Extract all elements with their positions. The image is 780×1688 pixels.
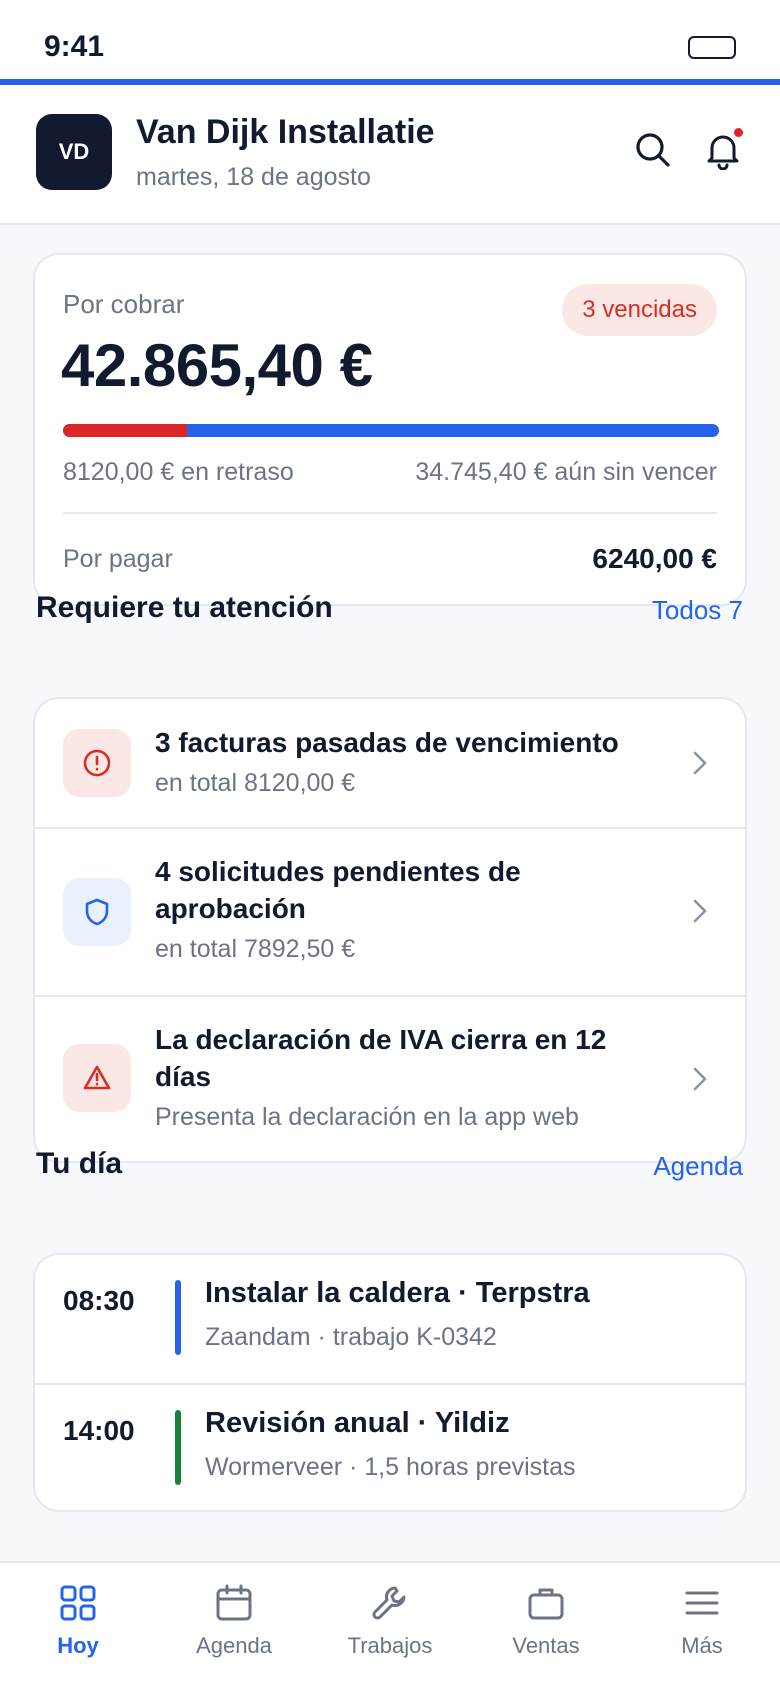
status-time: 9:41: [44, 30, 105, 63]
calendar-icon: [216, 1584, 252, 1621]
shield-icon: [85, 898, 109, 926]
attention-item-title: La declaración de IVA cierra en 12 días: [155, 1024, 607, 1092]
nav-label: Hoy: [57, 1633, 99, 1658]
attention-item-pending-approvals[interactable]: 4 solicitudes pendientes de aprobación e…: [35, 827, 745, 995]
app-header: VD Van Dijk Installatie martes, 18 de ag…: [0, 85, 780, 225]
nav-item-hoy[interactable]: Hoy: [0, 1583, 156, 1659]
balance-card[interactable]: Por cobrar 3 vencidas 42.865,40 € 8120,0…: [33, 253, 747, 606]
day-card: 08:30 Instalar la caldera · Terpstra Zaa…: [33, 1253, 747, 1512]
chevron-right-icon: [693, 751, 707, 775]
receivable-progress-bar: [63, 424, 719, 437]
attention-item-subtitle: en total 7892,50 €: [155, 935, 356, 963]
battery-icon: [688, 36, 736, 59]
attention-section-title: Requiere tu atención: [36, 591, 333, 624]
nav-label: Ventas: [512, 1633, 580, 1658]
search-icon: [636, 133, 670, 167]
appointment-time: 14:00: [63, 1415, 135, 1446]
not-due-amount-text: 34.745,40 € aún sin vencer: [415, 458, 717, 486]
briefcase-icon: [528, 1588, 564, 1620]
appointment-subtitle: Wormerveer · 1,5 horas previstas: [205, 1453, 576, 1481]
attention-item-title: 4 solicitudes pendientes de aprobación: [155, 856, 521, 924]
attention-item-icon: [63, 1044, 131, 1112]
attention-item-vat-return[interactable]: La declaración de IVA cierra en 12 días …: [35, 995, 745, 1161]
search-button[interactable]: [633, 130, 673, 170]
agenda-link[interactable]: Agenda: [653, 1151, 743, 1182]
company-avatar[interactable]: VD: [36, 114, 112, 190]
attention-item-overdue-invoices[interactable]: 3 facturas pasadas de vencimiento en tot…: [35, 699, 745, 827]
appointment-time: 08:30: [63, 1285, 135, 1316]
receivable-label: Por cobrar: [63, 289, 185, 319]
warning-triangle-icon: [83, 1065, 111, 1090]
day-section-title: Tu día: [36, 1147, 123, 1180]
attention-see-all-link[interactable]: Todos 7: [652, 595, 743, 626]
notification-dot: [732, 126, 745, 139]
divider: [63, 512, 717, 514]
nav-label: Más: [681, 1633, 723, 1658]
alert-circle-icon: [83, 749, 111, 777]
payable-amount: 6240,00 €: [592, 543, 717, 574]
notifications-button[interactable]: [703, 126, 745, 171]
appointment-item[interactable]: 08:30 Instalar la caldera · Terpstra Zaa…: [35, 1255, 745, 1383]
nav-item-mas[interactable]: Más: [624, 1583, 780, 1659]
nav-label: Trabajos: [347, 1633, 433, 1658]
overdue-badge[interactable]: 3 vencidas: [562, 284, 717, 336]
appointment-title: Instalar la caldera · Terpstra: [205, 1277, 590, 1309]
attention-item-icon: [63, 729, 131, 797]
appointment-color-bar: [175, 1280, 181, 1355]
nav-item-trabajos[interactable]: Trabajos: [312, 1583, 468, 1659]
menu-icon: [685, 1591, 719, 1615]
payable-label: Por pagar: [63, 545, 173, 573]
attention-item-subtitle: en total 8120,00 €: [155, 769, 356, 797]
company-name: Van Dijk Installatie: [136, 113, 435, 151]
nav-item-agenda[interactable]: Agenda: [156, 1583, 312, 1659]
chevron-right-icon: [693, 1067, 707, 1091]
appointment-color-bar: [175, 1410, 181, 1485]
overdue-amount-text: 8120,00 € en retraso: [63, 458, 294, 486]
chevron-right-icon: [693, 899, 707, 923]
status-bar: 9:41: [0, 0, 780, 79]
attention-item-title: 3 facturas pasadas de vencimiento: [155, 727, 619, 758]
receivable-amount: 42.865,40 €: [61, 332, 373, 399]
header-date: martes, 18 de agosto: [136, 163, 371, 191]
appointment-title: Revisión anual · Yildiz: [205, 1407, 510, 1439]
attention-card: 3 facturas pasadas de vencimiento en tot…: [33, 697, 747, 1163]
appointment-subtitle: Zaandam · trabajo K-0342: [205, 1323, 497, 1351]
appointment-item[interactable]: 14:00 Revisión anual · Yildiz Wormerveer…: [35, 1383, 745, 1510]
nav-item-ventas[interactable]: Ventas: [468, 1583, 624, 1659]
grid-icon: [60, 1585, 96, 1621]
attention-item-subtitle: Presenta la declaración en la app web: [155, 1103, 579, 1131]
attention-item-icon: [63, 878, 131, 946]
nav-label: Agenda: [196, 1633, 272, 1658]
wrench-icon: [372, 1586, 406, 1620]
overdue-progress-fill: [63, 424, 187, 437]
bottom-nav: Hoy Agenda Trabajos Ventas Más: [0, 1561, 780, 1688]
